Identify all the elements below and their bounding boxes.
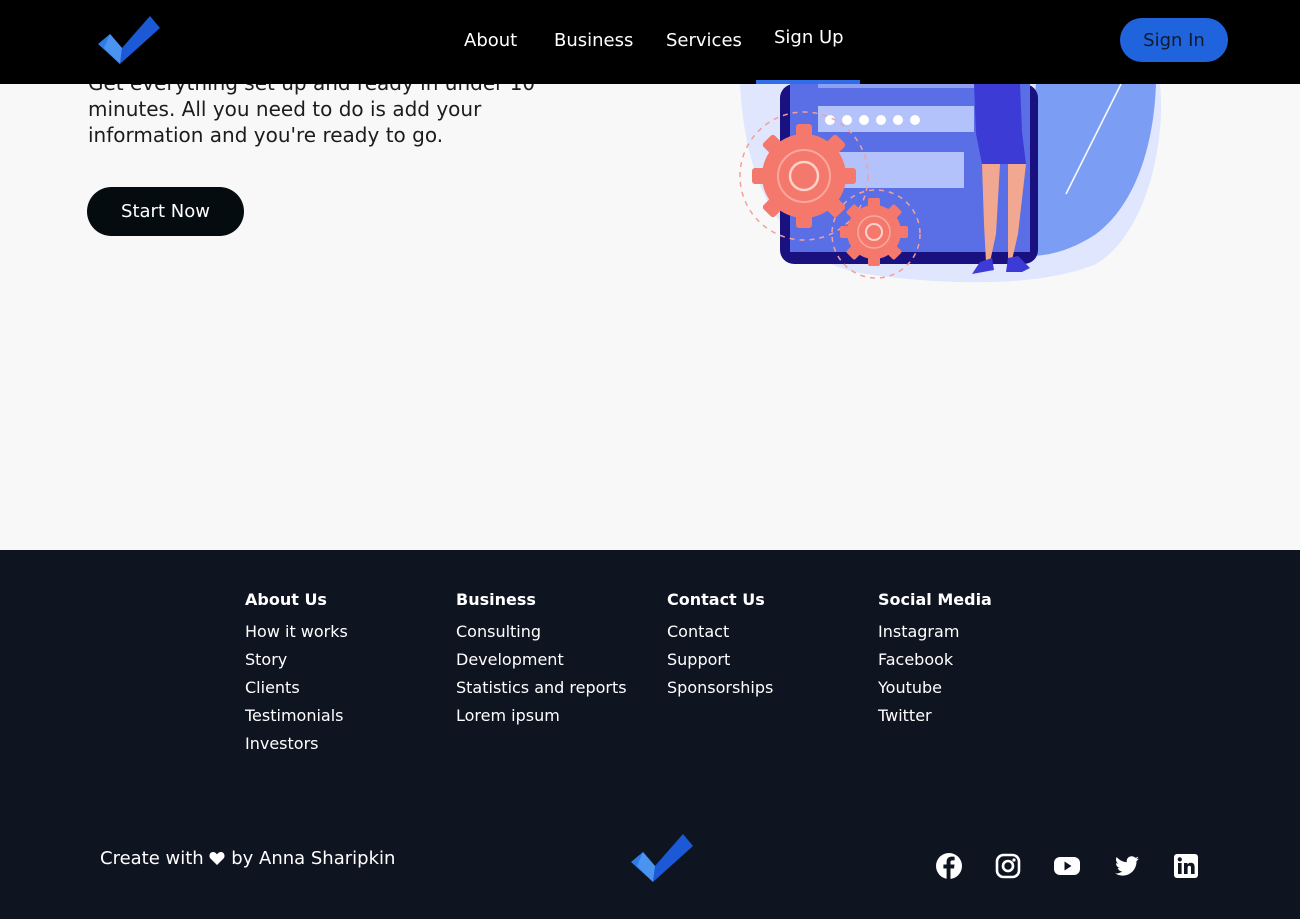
footer-link-sponsorships[interactable]: Sponsorships <box>667 678 773 706</box>
footer-link-lorem-ipsum[interactable]: Lorem ipsum <box>456 706 627 734</box>
footer-link-youtube[interactable]: Youtube <box>878 678 992 706</box>
nav-link-services[interactable]: Services <box>666 30 742 51</box>
nav-link-about[interactable]: About <box>464 30 517 51</box>
footer-credit: Create with by Anna Sharipkin <box>100 848 395 869</box>
checkmark-logo-icon[interactable] <box>96 14 162 66</box>
footer-link-instagram[interactable]: Instagram <box>878 622 992 650</box>
twitter-icon[interactable] <box>1113 852 1141 880</box>
footer-link-support[interactable]: Support <box>667 650 773 678</box>
footer-column-title: Business <box>456 590 536 609</box>
youtube-icon[interactable] <box>1053 852 1081 880</box>
sign-in-button[interactable]: Sign In <box>1120 18 1228 62</box>
linkedin-icon[interactable] <box>1172 852 1200 880</box>
footer-column-contact-us: Contact Us Contact Support Sponsorships <box>667 590 773 706</box>
instagram-icon[interactable] <box>994 852 1022 880</box>
credit-prefix: Create with <box>100 848 204 869</box>
footer-link-consulting[interactable]: Consulting <box>456 622 627 650</box>
credit-suffix: by Anna Sharipkin <box>231 848 396 869</box>
footer-link-clients[interactable]: Clients <box>245 678 348 706</box>
footer-link-contact[interactable]: Contact <box>667 622 773 650</box>
footer-column-business: Business Consulting Development Statisti… <box>456 590 627 734</box>
footer-link-statistics-and-reports[interactable]: Statistics and reports <box>456 678 627 706</box>
navbar: About Business Services Sign Up Sign In <box>0 0 1300 84</box>
checkmark-logo-icon[interactable] <box>629 832 695 884</box>
footer-column-social-media: Social Media Instagram Facebook Youtube … <box>878 590 992 734</box>
footer-link-investors[interactable]: Investors <box>245 734 348 762</box>
footer-column-title: Contact Us <box>667 590 765 609</box>
nav-link-business[interactable]: Business <box>554 30 633 51</box>
footer-column-about-us: About Us How it works Story Clients Test… <box>245 590 348 762</box>
footer-link-testimonials[interactable]: Testimonials <box>245 706 348 734</box>
footer-link-how-it-works[interactable]: How it works <box>245 622 348 650</box>
footer: About Us How it works Story Clients Test… <box>0 550 1300 919</box>
footer-link-facebook[interactable]: Facebook <box>878 650 992 678</box>
start-now-button[interactable]: Start Now <box>87 187 244 236</box>
signup-illustration <box>736 83 1166 284</box>
nav-link-sign-up[interactable]: Sign Up <box>774 27 844 48</box>
active-tab-indicator <box>756 80 860 84</box>
footer-link-story[interactable]: Story <box>245 650 348 678</box>
footer-column-title: About Us <box>245 590 327 609</box>
facebook-icon[interactable] <box>935 852 963 880</box>
footer-link-twitter[interactable]: Twitter <box>878 706 992 734</box>
footer-link-development[interactable]: Development <box>456 650 627 678</box>
heart-icon <box>209 849 225 865</box>
footer-column-title: Social Media <box>878 590 992 609</box>
